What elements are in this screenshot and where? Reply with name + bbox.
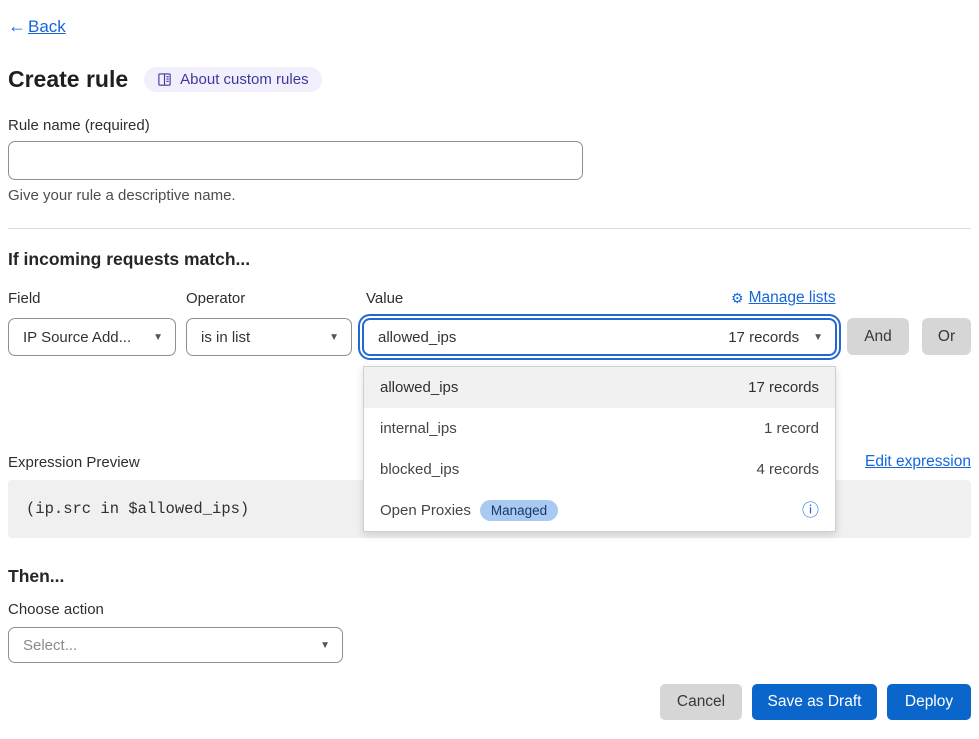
back-link[interactable]: ← Back [8,16,66,37]
field-select-value: IP Source Add... [23,329,131,346]
back-label: Back [28,17,66,37]
about-badge-label: About custom rules [180,71,308,88]
field-column-label: Field [8,290,41,307]
expression-code: (ip.src in $allowed_ips) [26,500,249,518]
then-section-heading: Then... [8,566,64,587]
list-record-count: 17 records [748,379,819,396]
dropdown-item-blocked-ips[interactable]: blocked_ips 4 records [364,449,835,490]
list-name: blocked_ips [380,461,459,478]
rule-name-helper: Give your rule a descriptive name. [8,187,236,204]
gear-icon: ⚙ [731,290,744,307]
choose-action-label: Choose action [8,601,104,618]
action-select[interactable]: Select... ▼ [8,627,343,663]
book-icon [157,72,172,87]
manage-lists-link[interactable]: ⚙ Manage lists [731,289,836,307]
value-select-name: allowed_ips [378,329,456,346]
edit-expression-link[interactable]: Edit expression [865,453,971,471]
rule-name-label: Rule name (required) [8,117,150,134]
chevron-down-icon: ▼ [320,640,330,651]
value-select[interactable]: allowed_ips 17 records ▼ [362,318,837,356]
dropdown-item-internal-ips[interactable]: internal_ips 1 record [364,408,835,449]
operator-column-label: Operator [186,290,245,307]
match-section-heading: If incoming requests match... [8,249,250,270]
cancel-button[interactable]: Cancel [660,684,742,720]
managed-badge: Managed [480,500,558,521]
list-name: Open Proxies [380,502,471,519]
value-dropdown-panel: allowed_ips 17 records internal_ips 1 re… [363,366,836,532]
info-icon[interactable]: ⓘ [802,502,819,519]
about-custom-rules-link[interactable]: About custom rules [144,67,321,92]
deploy-button[interactable]: Deploy [887,684,971,720]
or-button[interactable]: Or [922,318,971,355]
manage-lists-label: Manage lists [749,289,836,307]
operator-select[interactable]: is in list ▼ [186,318,352,356]
list-record-count: 1 record [764,420,819,437]
dropdown-item-open-proxies[interactable]: Open Proxies Managed ⓘ [364,490,835,531]
and-button[interactable]: And [847,318,909,355]
expression-preview-label: Expression Preview [8,454,140,471]
value-column-label: Value [366,290,403,307]
create-rule-page: ← Back Create rule About custom rules Ru… [0,0,979,739]
list-name: internal_ips [380,420,457,437]
section-divider [8,228,971,229]
back-arrow-icon: ← [8,16,26,37]
chevron-down-icon: ▼ [153,332,163,343]
operator-select-value: is in list [201,329,250,346]
action-select-placeholder: Select... [23,637,77,654]
value-select-count: 17 records [728,329,799,346]
list-record-count: 4 records [756,461,819,478]
dropdown-item-allowed-ips[interactable]: allowed_ips 17 records [364,367,835,408]
field-select[interactable]: IP Source Add... ▼ [8,318,176,356]
save-as-draft-button[interactable]: Save as Draft [752,684,877,720]
title-row: Create rule About custom rules [8,66,322,93]
list-name: allowed_ips [380,379,458,396]
chevron-down-icon: ▼ [329,332,339,343]
page-title: Create rule [8,66,128,93]
rule-name-input[interactable] [8,141,583,180]
chevron-down-icon: ▼ [813,332,823,343]
